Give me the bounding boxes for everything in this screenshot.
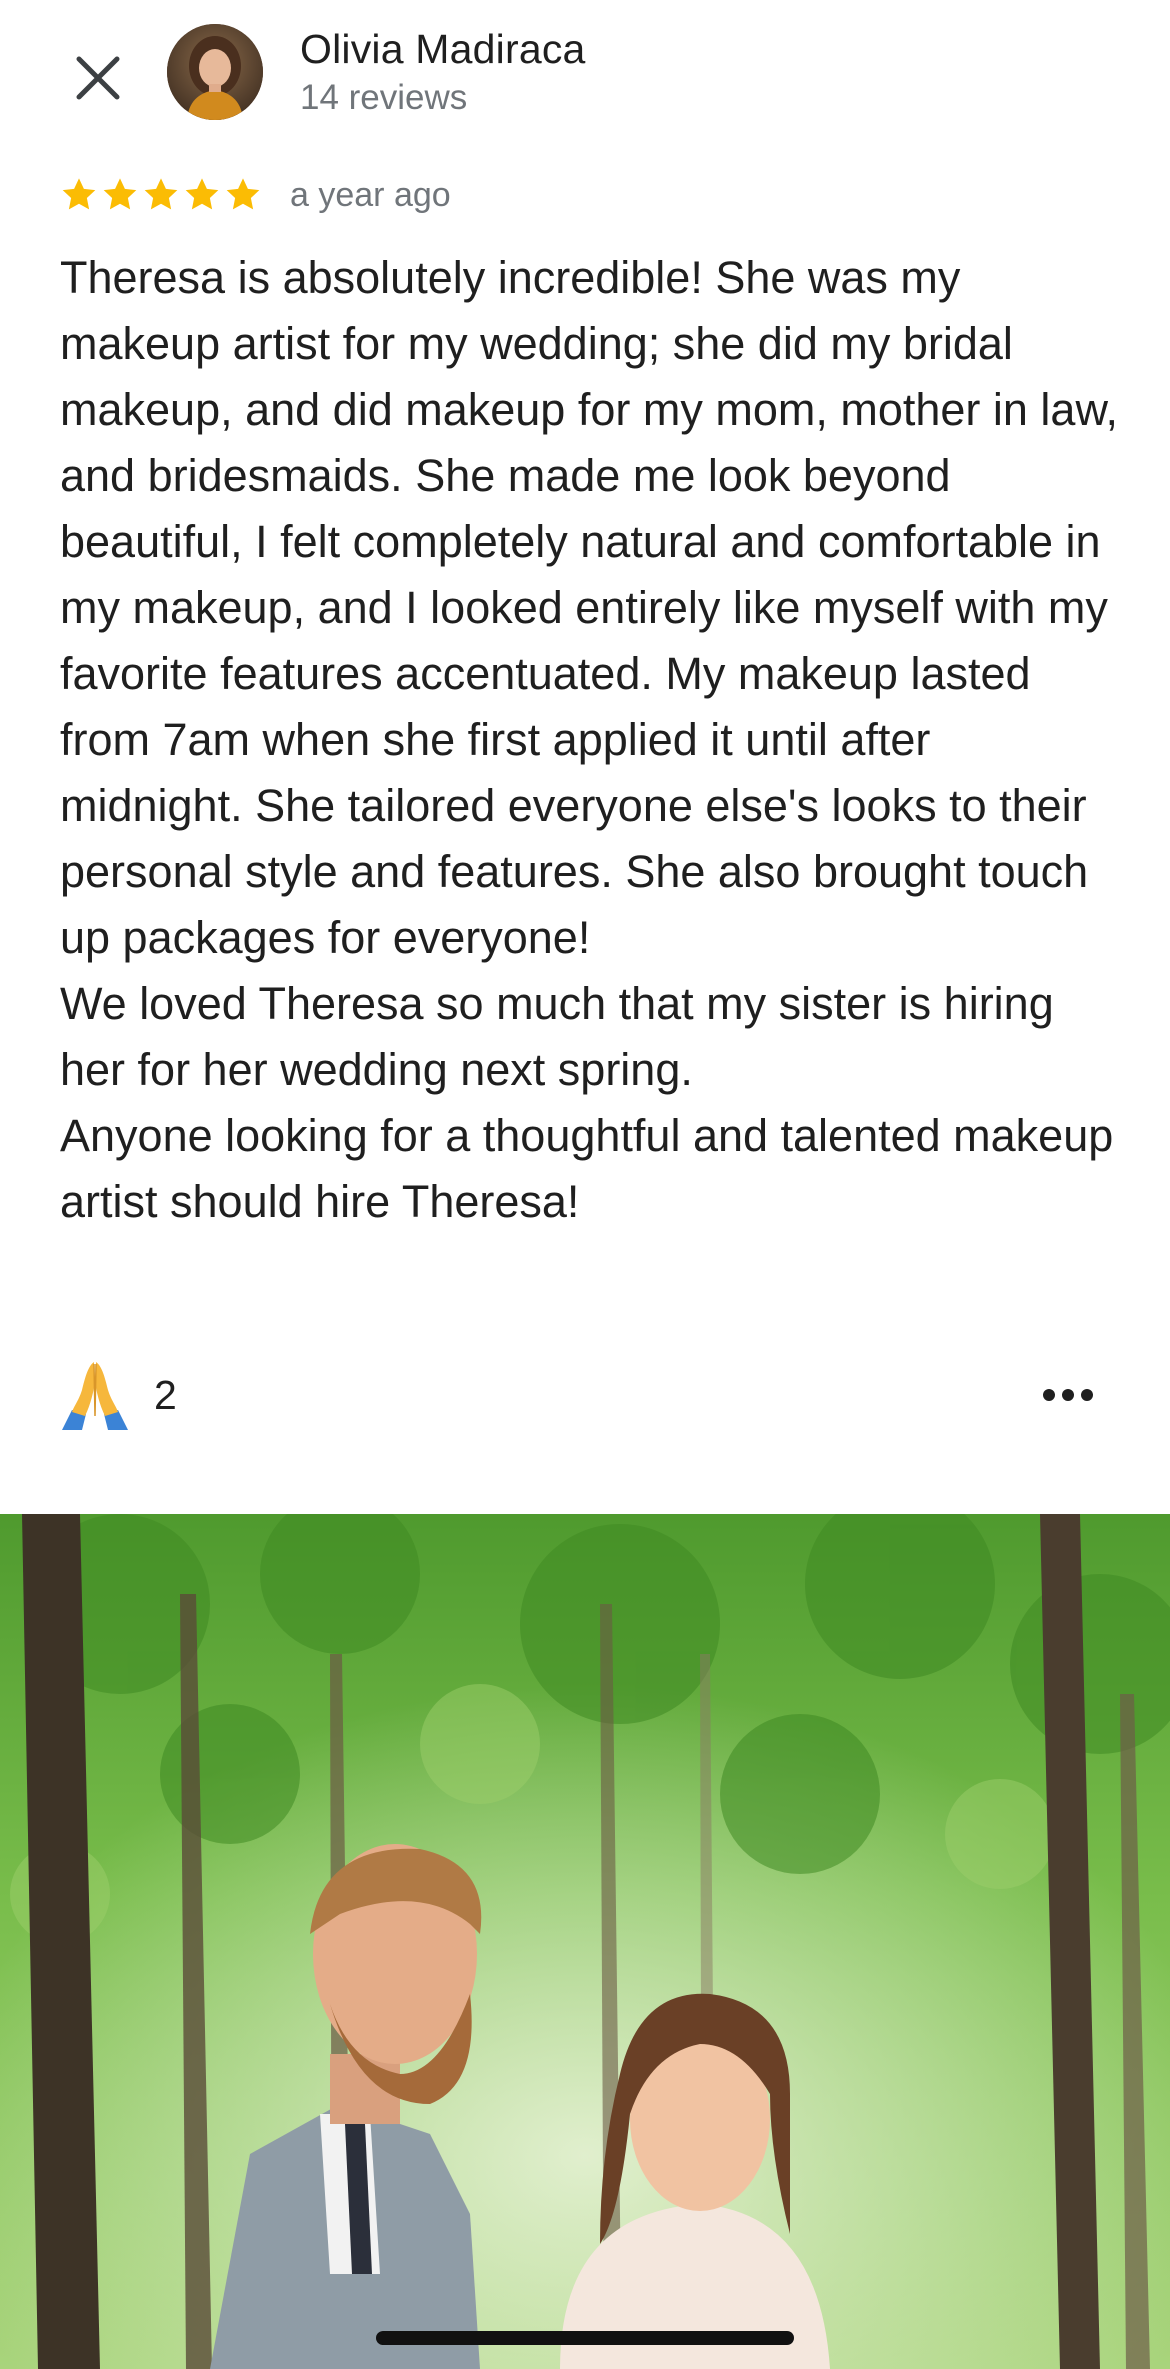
star-icon [144, 178, 178, 210]
reaction-row: 2 [58, 1355, 1108, 1435]
close-icon [76, 56, 120, 100]
more-options-button[interactable] [1028, 1365, 1108, 1425]
more-horiz-icon [1043, 1389, 1093, 1401]
reaction-count: 2 [154, 1371, 177, 1418]
review-text: Theresa is absolutely incredible! She wa… [60, 245, 1120, 1235]
star-icon [62, 178, 96, 210]
review-paragraph: Anyone looking for a thoughtful and tale… [60, 1110, 1114, 1227]
avatar-image [167, 24, 263, 120]
close-button[interactable] [62, 42, 134, 114]
avatar[interactable] [167, 24, 263, 120]
reviewer-name[interactable]: Olivia Madiraca [300, 26, 586, 73]
review-photo-image [0, 1514, 1170, 2369]
star-icon [185, 178, 219, 210]
home-indicator[interactable] [376, 2331, 794, 2345]
star-icon [103, 178, 137, 210]
review-timestamp: a year ago [290, 175, 451, 214]
rating-row: a year ago [60, 170, 451, 220]
review-header: Olivia Madiraca 14 reviews [0, 0, 1170, 150]
reaction-button[interactable]: 2 [58, 1358, 177, 1432]
star-icon [226, 178, 260, 210]
review-count[interactable]: 14 reviews [300, 78, 467, 118]
review-paragraph: We loved Theresa so much that my sister … [60, 978, 1054, 1095]
review-paragraph: Theresa is absolutely incredible! She wa… [60, 252, 1118, 963]
folded-hands-icon [62, 1362, 128, 1430]
review-photo[interactable] [0, 1514, 1170, 2369]
star-rating [60, 176, 262, 214]
